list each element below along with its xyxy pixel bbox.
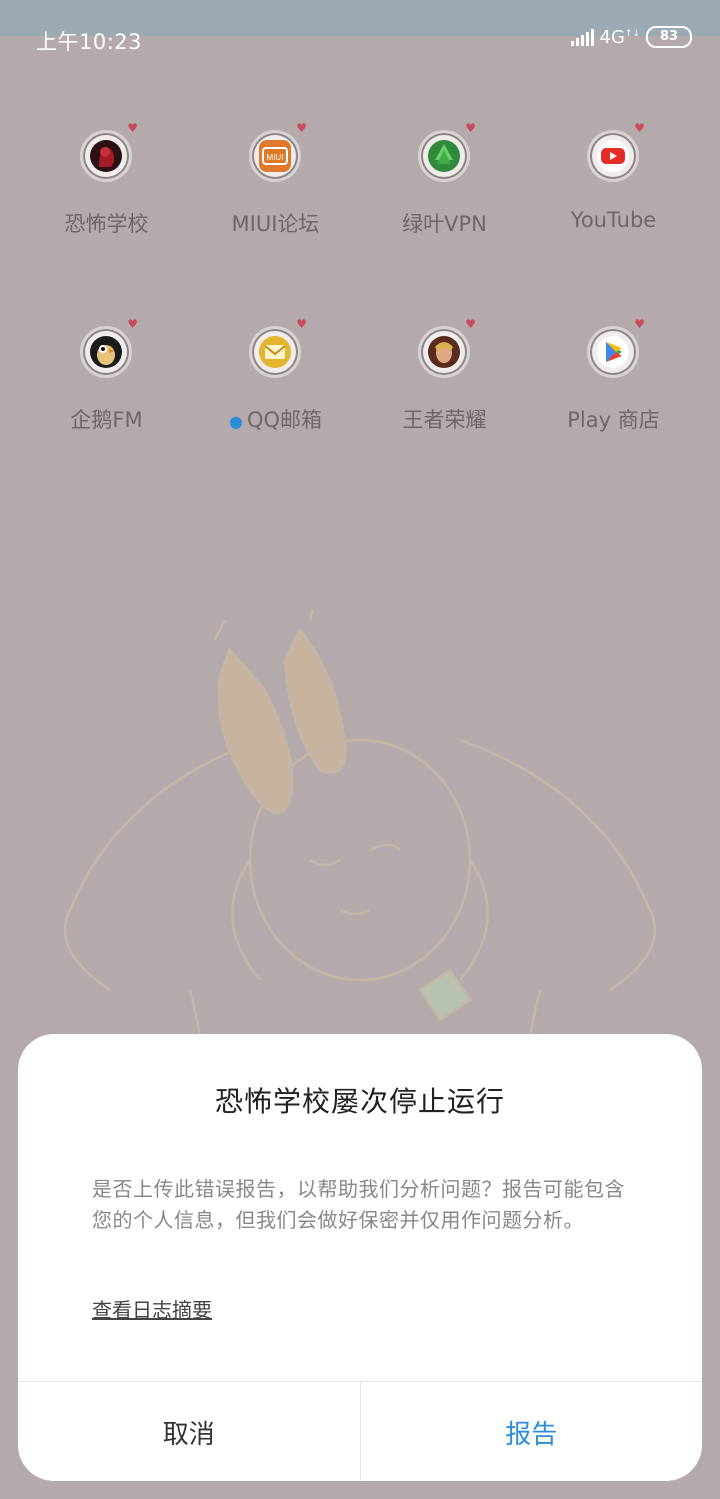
clock: 上午10:23 bbox=[36, 30, 143, 54]
youtube-icon bbox=[597, 140, 629, 172]
mail-icon bbox=[259, 336, 291, 368]
heart-badge-icon: ♥ bbox=[296, 317, 307, 331]
app-label: 绿叶VPN bbox=[402, 212, 487, 236]
app-label: 恐怖学校 bbox=[64, 212, 149, 236]
status-icons: 4G↑↓ 83 bbox=[570, 26, 692, 48]
penguin-fm-icon bbox=[90, 336, 122, 368]
app-label: MIUI论坛 bbox=[231, 212, 320, 236]
play-store-icon bbox=[597, 336, 629, 368]
dialog-buttons: 取消 报告 bbox=[18, 1381, 702, 1481]
game-hero-icon bbox=[428, 336, 460, 368]
horror-school-icon bbox=[90, 140, 122, 172]
miui-icon: MIUI bbox=[259, 140, 291, 172]
status-bar: 上午10:23 4G↑↓ 83 bbox=[0, 18, 720, 60]
heart-badge-icon: ♥ bbox=[127, 317, 138, 331]
heart-badge-icon: ♥ bbox=[634, 317, 645, 331]
crash-dialog: 恐怖学校屡次停止运行 是否上传此错误报告，以帮助我们分析问题？报告可能包含您的个… bbox=[18, 1034, 702, 1481]
network-type: 4G↑↓ bbox=[599, 26, 641, 48]
heart-badge-icon: ♥ bbox=[465, 121, 476, 135]
new-badge-dot: ● bbox=[228, 411, 243, 431]
heart-badge-icon: ♥ bbox=[127, 121, 138, 135]
heart-badge-icon: ♥ bbox=[634, 121, 645, 135]
heart-badge-icon: ♥ bbox=[296, 121, 307, 135]
view-log-summary-link[interactable]: 查看日志摘要 bbox=[92, 1294, 212, 1323]
heart-badge-icon: ♥ bbox=[465, 317, 476, 331]
dialog-message: 是否上传此错误报告，以帮助我们分析问题？报告可能包含您的个人信息，但我们会做好保… bbox=[92, 1177, 625, 1232]
dialog-title: 恐怖学校屡次停止运行 bbox=[214, 1085, 505, 1118]
app-label: 王者荣耀 bbox=[402, 408, 487, 432]
app-label: Play 商店 bbox=[567, 408, 660, 432]
cancel-button[interactable]: 取消 bbox=[18, 1382, 361, 1481]
leaf-vpn-icon bbox=[428, 140, 460, 172]
app-label: YouTube bbox=[570, 208, 657, 232]
svg-text:MIUI: MIUI bbox=[267, 153, 284, 162]
app-label: 企鹅FM bbox=[70, 408, 143, 432]
signal-icon bbox=[570, 28, 594, 46]
report-button[interactable]: 报告 bbox=[361, 1382, 703, 1481]
battery-icon: 83 bbox=[646, 26, 692, 48]
app-label: ● QQ邮箱 bbox=[228, 408, 323, 432]
